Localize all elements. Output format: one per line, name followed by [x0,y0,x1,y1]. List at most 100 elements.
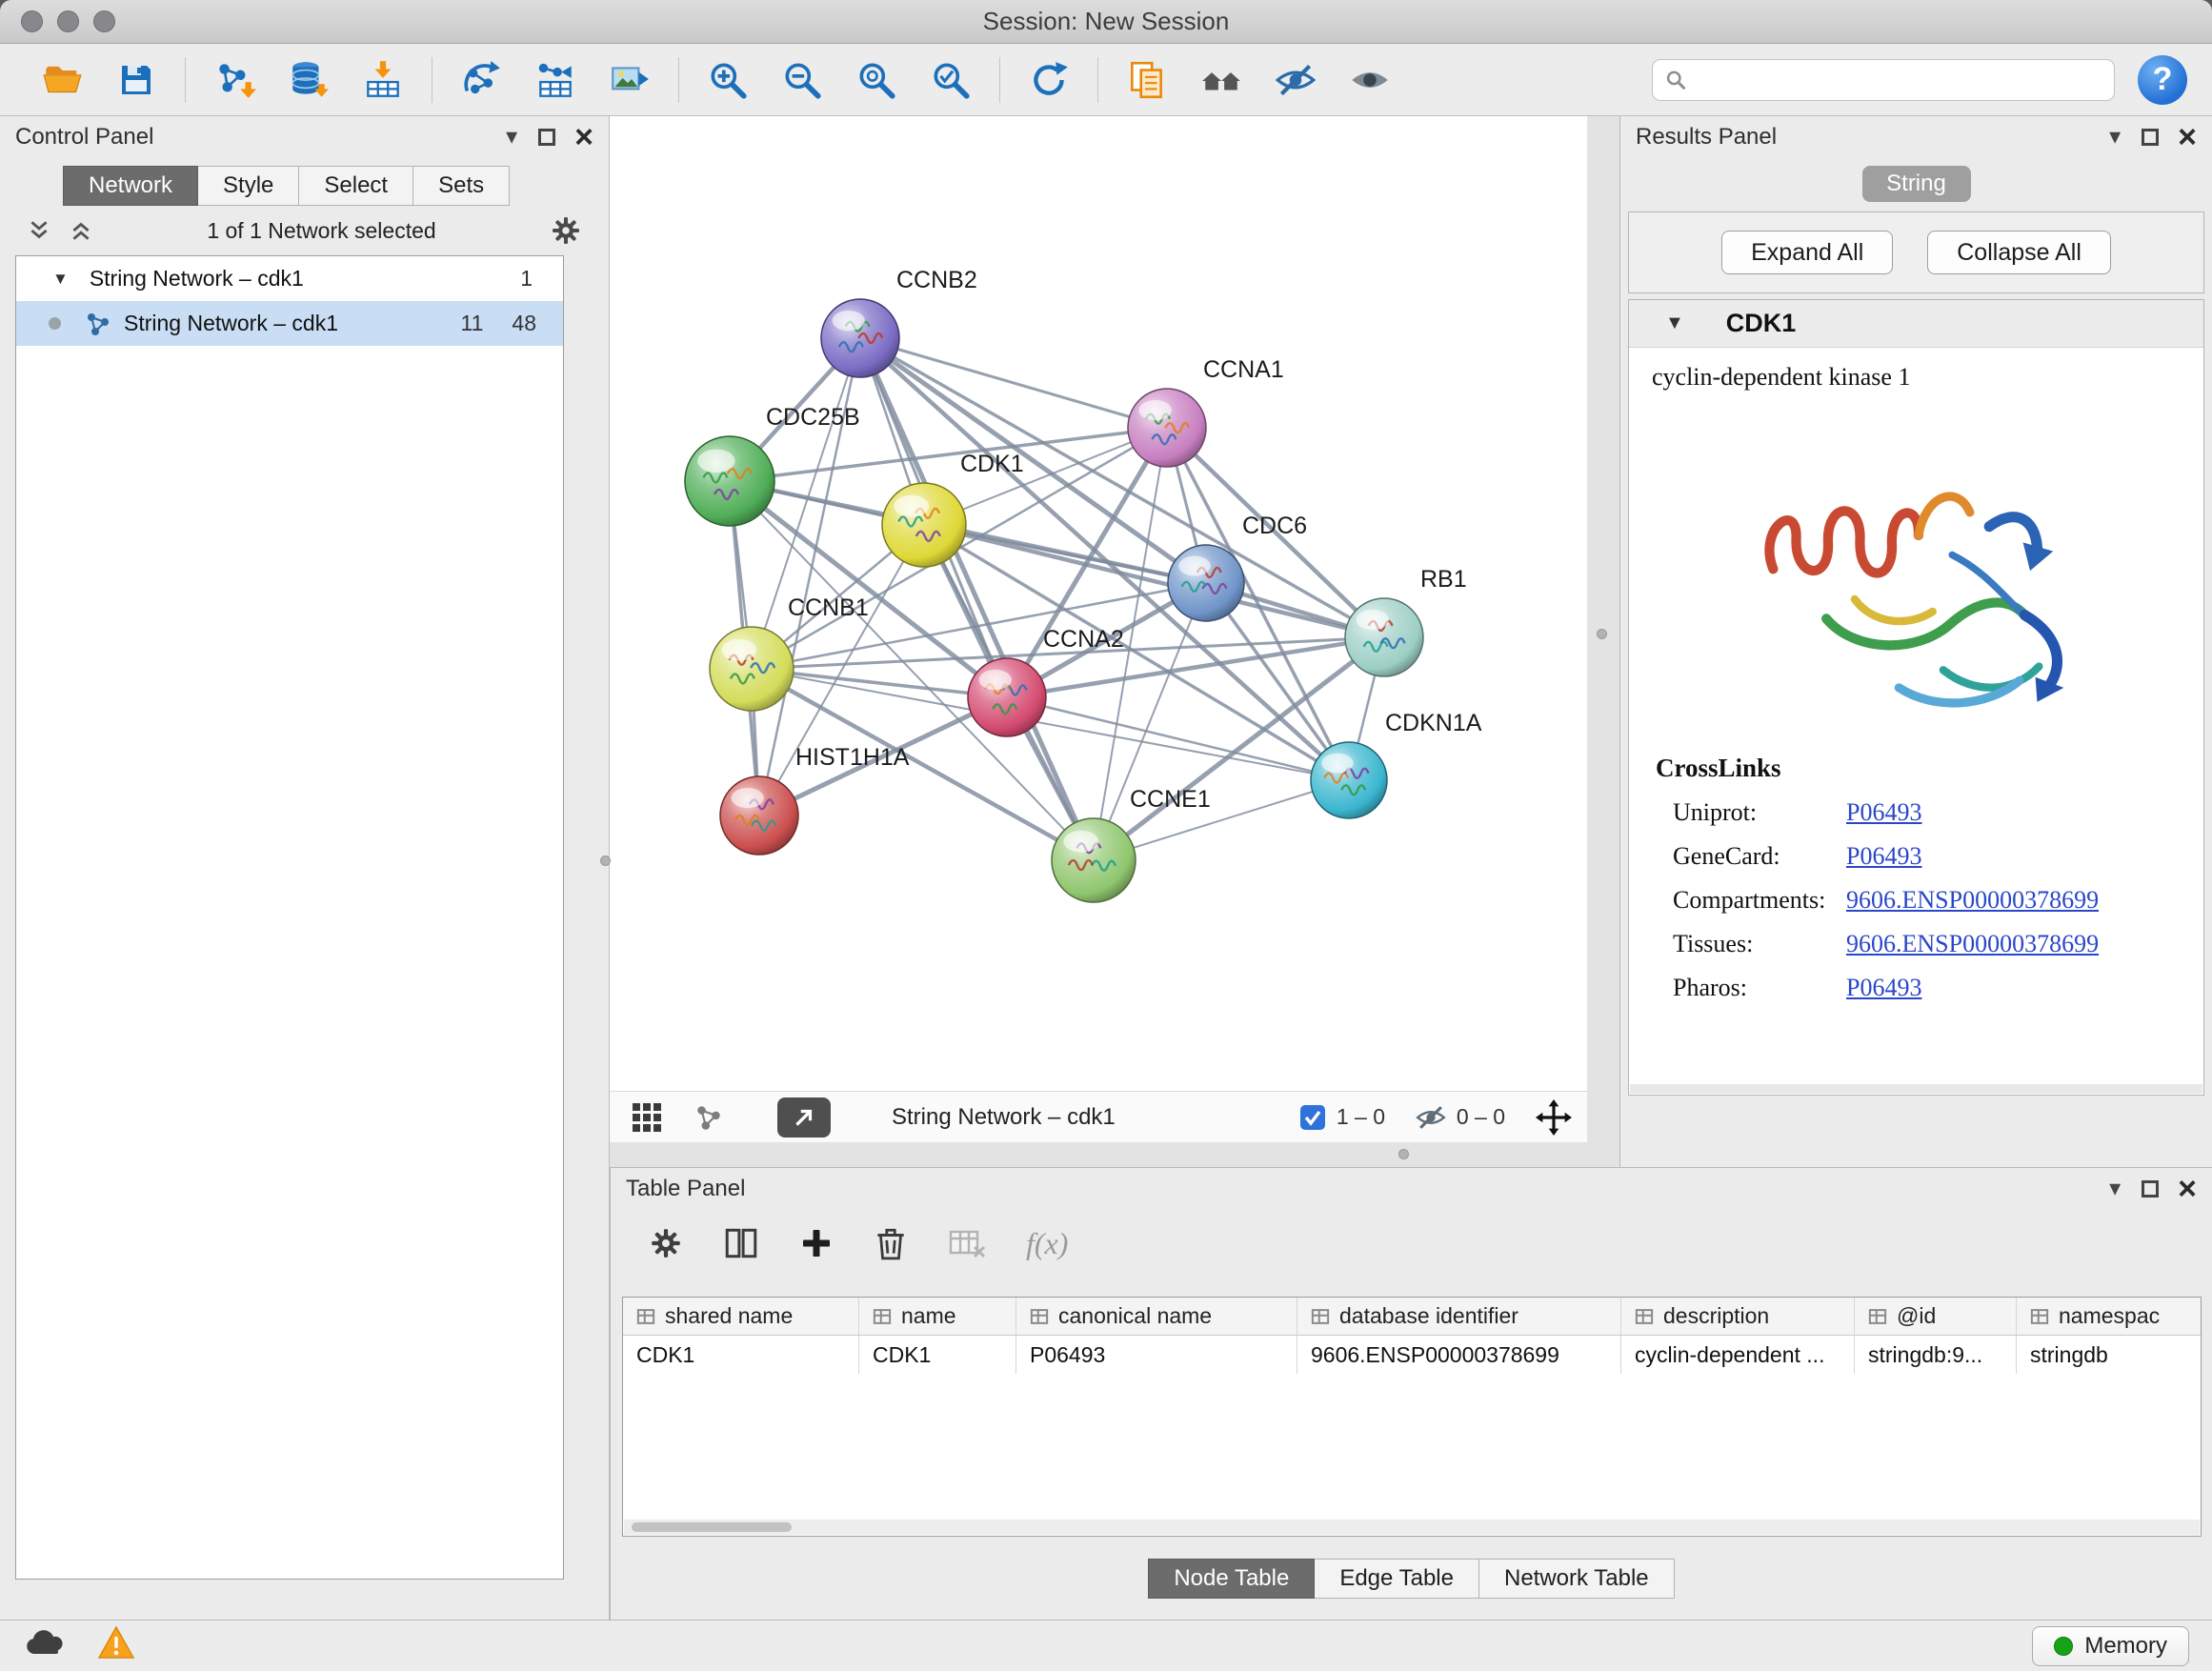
zoom-selected-button[interactable] [914,51,988,109]
gear-icon[interactable] [550,214,582,247]
crosslink-link[interactable]: 9606.ENSP00000378699 [1846,930,2099,958]
network-node-CCNB1[interactable]: CCNB1 [710,594,869,711]
network-edge[interactable] [860,338,1094,860]
scrollbar-thumb[interactable] [632,1522,792,1532]
splitter-grip[interactable] [1398,1149,1409,1159]
detach-view-button[interactable] [777,1097,831,1137]
new-table-from-network-button[interactable] [518,51,593,109]
panel-collapse-icon[interactable]: ▾ [2109,1178,2121,1200]
crosslink-link[interactable]: 9606.ENSP00000378699 [1846,886,2099,915]
zoom-fit-button[interactable] [839,51,914,109]
entry-collapse-icon[interactable]: ▼ [1665,312,1684,334]
table-cell[interactable]: CDK1 [859,1336,1016,1374]
import-network-from-database-button[interactable] [271,51,346,109]
export-image-button[interactable] [593,51,667,109]
table-row[interactable]: CDK1CDK1P064939606.ENSP00000378699cyclin… [623,1336,2201,1374]
crosslink-link[interactable]: P06493 [1846,974,1921,1002]
help-button[interactable]: ? [2138,55,2187,105]
tab-network[interactable]: Network [63,166,198,206]
table-cell[interactable]: 9606.ENSP00000378699 [1297,1336,1621,1374]
results-scrollbar[interactable] [1630,1084,2202,1094]
crosslink-link[interactable]: P06493 [1846,798,1921,827]
table-horizontal-scrollbar[interactable] [624,1520,2200,1535]
tab-string[interactable]: String [1862,166,1971,202]
open-session-button[interactable] [25,51,99,109]
tree-collapse-icon[interactable]: ▼ [52,270,69,289]
column-header[interactable]: @id [1855,1298,2017,1336]
column-header[interactable]: shared name [623,1298,859,1336]
main-toolbar: ? [0,44,2212,116]
table-cell[interactable]: cyclin-dependent ... [1621,1336,1855,1374]
birds-eye-view-button[interactable] [694,1102,724,1133]
column-header[interactable]: canonical name [1016,1298,1297,1336]
gene-entry-header[interactable]: ▼ CDK1 [1629,300,2203,348]
panel-close-icon[interactable]: × [2178,1173,2197,1205]
cloud-status-button[interactable] [23,1627,65,1664]
home-button[interactable] [1184,51,1258,109]
add-column-button[interactable] [799,1226,834,1260]
zoom-out-button[interactable] [765,51,839,109]
panel-float-icon[interactable] [2142,129,2159,146]
network-node-CDKN1A[interactable]: CDKN1A [1311,710,1482,818]
expand-all-button[interactable]: Expand All [1721,231,1893,274]
panel-float-icon[interactable] [2142,1180,2159,1198]
memory-button[interactable]: Memory [2032,1626,2189,1666]
search-input[interactable] [1688,67,2102,93]
crosslink-link[interactable]: P06493 [1846,842,1921,871]
tab-edge-table[interactable]: Edge Table [1315,1559,1479,1599]
table-settings-button[interactable] [649,1226,683,1260]
network-node-CCNA1[interactable]: CCNA1 [1128,356,1284,467]
table-cell[interactable]: P06493 [1016,1336,1297,1374]
expand-all-icon[interactable] [69,218,93,243]
collapse-all-icon[interactable] [27,218,51,243]
panel-collapse-icon[interactable]: ▾ [2109,126,2121,149]
fit-content-button[interactable] [1536,1099,1572,1136]
show-all-button[interactable] [1333,51,1407,109]
show-columns-button[interactable] [723,1225,759,1261]
grid-view-button[interactable] [631,1101,663,1134]
table-cell[interactable]: stringdb:9... [1855,1336,2017,1374]
network-edge[interactable] [924,525,1384,637]
paste-button[interactable] [1110,51,1184,109]
refresh-layout-button[interactable] [1012,51,1086,109]
tab-sets[interactable]: Sets [413,166,510,206]
network-node-HIST1H1A[interactable]: HIST1H1A [720,744,910,855]
splitter-grip[interactable] [600,856,611,866]
eye-slash-small-icon[interactable] [1415,1101,1447,1134]
zoom-in-button[interactable] [691,51,765,109]
network-edge[interactable] [860,338,1167,428]
network-graph[interactable]: CCNB2CCNA1CDC25BCDK1CDC6RB1CCNB1CCNA2CDK… [610,116,1587,1091]
tab-node-table[interactable]: Node Table [1148,1559,1315,1599]
column-header[interactable]: description [1621,1298,1855,1336]
import-table-from-file-button[interactable] [346,51,420,109]
network-canvas[interactable]: CCNB2CCNA1CDC25BCDK1CDC6RB1CCNB1CCNA2CDK… [610,116,1587,1091]
panel-collapse-icon[interactable]: ▾ [506,126,517,149]
hide-selected-button[interactable] [1258,51,1333,109]
panel-close-icon[interactable]: × [574,121,593,153]
network-row-selected[interactable]: String Network – cdk1 11 48 [16,301,563,346]
panel-close-icon[interactable]: × [2178,121,2197,153]
delete-column-button[interactable] [874,1225,908,1261]
search-box[interactable] [1652,59,2115,101]
tab-select[interactable]: Select [299,166,413,206]
column-header[interactable]: namespac [2017,1298,2202,1336]
table-cell[interactable]: stringdb [2017,1336,2202,1374]
tab-network-table[interactable]: Network Table [1479,1559,1675,1599]
network-node-RB1[interactable]: RB1 [1345,566,1467,676]
network-collection-row[interactable]: ▼ String Network – cdk1 1 [16,256,563,301]
checkbox-icon[interactable] [1298,1103,1327,1132]
column-icon [636,1307,655,1326]
tab-style[interactable]: Style [198,166,299,206]
table-cell[interactable]: CDK1 [623,1336,859,1374]
column-header[interactable]: database identifier [1297,1298,1621,1336]
panel-float-icon[interactable] [538,129,555,146]
warnings-button[interactable] [97,1625,135,1666]
new-network-button[interactable] [444,51,518,109]
import-network-from-file-button[interactable] [197,51,271,109]
splitter-grip[interactable] [1597,629,1607,639]
collapse-all-button[interactable]: Collapse All [1927,231,2111,274]
column-header[interactable]: name [859,1298,1016,1336]
network-node-CDC6[interactable]: CDC6 [1168,513,1307,621]
network-node-CCNE1[interactable]: CCNE1 [1052,786,1211,902]
save-session-button[interactable] [99,51,173,109]
